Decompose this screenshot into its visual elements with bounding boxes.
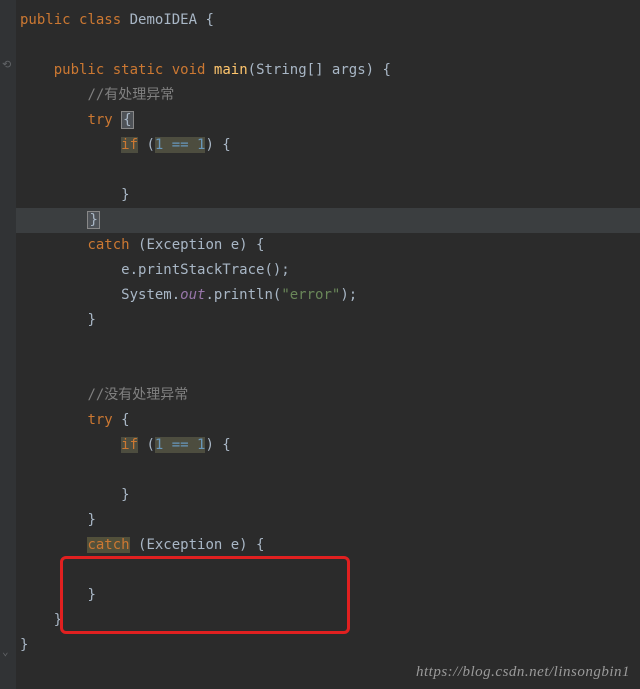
code-line-blank — [16, 33, 640, 58]
code-line: //没有处理异常 — [16, 383, 640, 408]
code-line: } — [16, 608, 640, 633]
code-line: } — [16, 483, 640, 508]
code-area: public class DemoIDEA { public static vo… — [0, 8, 640, 658]
code-line: //有处理异常 — [16, 83, 640, 108]
code-line-blank — [16, 558, 640, 583]
code-line-current: } — [16, 208, 640, 233]
code-line: public static void main(String[] args) { — [16, 58, 640, 83]
code-line: catch (Exception e) { — [16, 233, 640, 258]
code-line: } — [16, 583, 640, 608]
code-line: } — [16, 183, 640, 208]
code-line: public class DemoIDEA { — [16, 8, 640, 33]
code-line: if (1 == 1) { — [16, 433, 640, 458]
matched-brace-icon: { — [121, 111, 133, 129]
code-line: try { — [16, 408, 640, 433]
watermark-text: https://blog.csdn.net/linsongbin1 — [416, 664, 630, 681]
code-line: } — [16, 308, 640, 333]
code-line: if (1 == 1) { — [16, 133, 640, 158]
current-line-highlight — [16, 208, 640, 233]
matched-brace-icon: } — [87, 211, 99, 229]
code-line: } — [16, 633, 640, 658]
code-line: e.printStackTrace(); — [16, 258, 640, 283]
code-editor[interactable]: public class DemoIDEA { public static vo… — [0, 0, 640, 658]
code-line: System.out.println("error"); — [16, 283, 640, 308]
code-line: try { — [16, 108, 640, 133]
warning-highlight: catch — [87, 537, 129, 553]
code-line-blank — [16, 333, 640, 358]
code-line-blank — [16, 458, 640, 483]
code-line-blank — [16, 358, 640, 383]
code-line-blank — [16, 158, 640, 183]
code-line: catch (Exception e) { — [16, 533, 640, 558]
code-line: } — [16, 508, 640, 533]
